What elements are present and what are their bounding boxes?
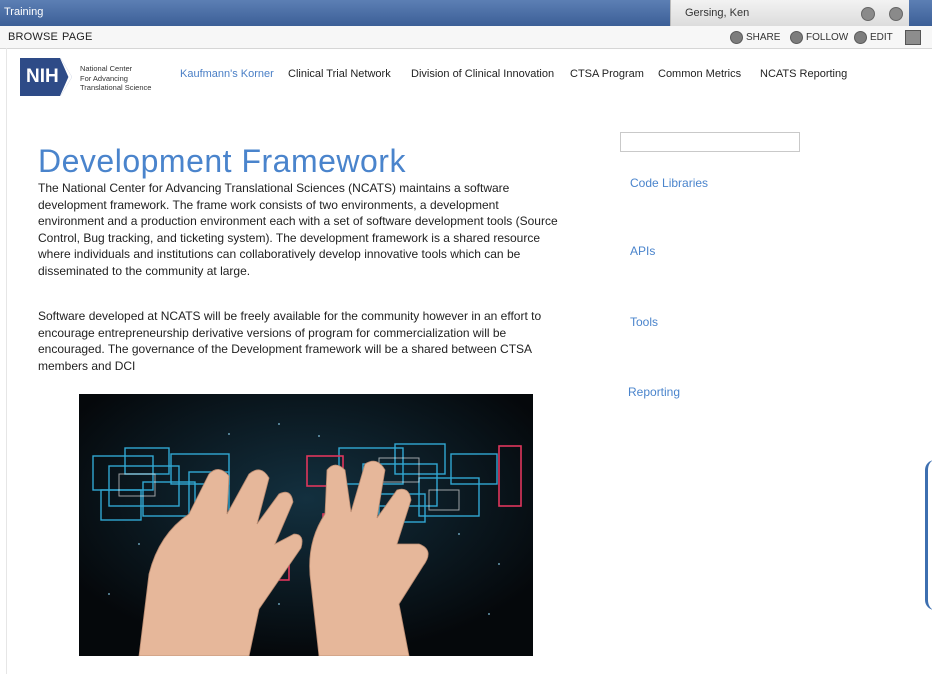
share-label: SHARE [746, 32, 781, 43]
sidebar-link-tools[interactable]: Tools [630, 315, 658, 329]
logo-text: NIH [26, 66, 59, 87]
site-title[interactable]: Training [4, 6, 43, 18]
availability-paragraph: Software developed at NCATS will be free… [38, 309, 542, 373]
org-line: For Advancing [80, 73, 128, 83]
sidebar-link-reporting[interactable]: Reporting [628, 385, 680, 399]
nav-item-common-metrics[interactable]: Common Metrics [658, 68, 741, 80]
follow-label: FOLLOW [806, 32, 849, 43]
settings-icon[interactable] [861, 7, 875, 21]
org-name: National Center For Advancing Translatio… [80, 64, 151, 93]
share-icon [730, 31, 743, 44]
help-icon[interactable] [889, 7, 903, 21]
edge-decoration [925, 460, 932, 610]
suite-bar: Training Gersing, Ken [0, 0, 932, 26]
nav-item-ncats-reporting[interactable]: NCATS Reporting [760, 68, 847, 80]
sidebar-link-apis[interactable]: APIs [630, 244, 655, 258]
focus-content-icon[interactable] [905, 30, 921, 45]
tab-browse[interactable]: BROWSE [8, 31, 58, 43]
edit-button[interactable]: EDIT [854, 31, 893, 44]
ribbon: BROWSE PAGE SHARE FOLLOW EDIT [0, 26, 932, 49]
nih-logo[interactable]: NIH [20, 58, 72, 96]
follow-icon [790, 31, 803, 44]
tab-page[interactable]: PAGE [62, 31, 93, 43]
org-line: National Center [80, 64, 133, 73]
edit-label: EDIT [870, 32, 893, 43]
intro-paragraph: The National Center for Advancing Transl… [38, 181, 558, 278]
nav-item-clinical-trial-network[interactable]: Clinical Trial Network [288, 68, 391, 80]
search-input[interactable] [620, 132, 800, 152]
left-divider [6, 48, 7, 674]
hero-image [79, 394, 533, 656]
sidebar-link-code-libraries[interactable]: Code Libraries [630, 176, 708, 190]
nav-item-ctsa-program[interactable]: CTSA Program [570, 68, 644, 80]
nav-item-kaufmanns-korner[interactable]: Kaufmann's Korner [180, 68, 274, 80]
user-menu[interactable]: Gersing, Ken [685, 7, 749, 19]
user-area: Gersing, Ken [670, 0, 909, 26]
nav-item-division-of-clinical-innovation[interactable]: Division of Clinical Innovation [411, 68, 554, 80]
keyboard-hands-illustration [79, 394, 533, 656]
chevron-right-icon [60, 58, 72, 96]
page-title: Development Framework [38, 143, 406, 179]
follow-button[interactable]: FOLLOW [790, 31, 848, 44]
org-line: Translational Science [80, 83, 152, 92]
edit-icon [854, 31, 867, 44]
share-button[interactable]: SHARE [730, 31, 780, 44]
